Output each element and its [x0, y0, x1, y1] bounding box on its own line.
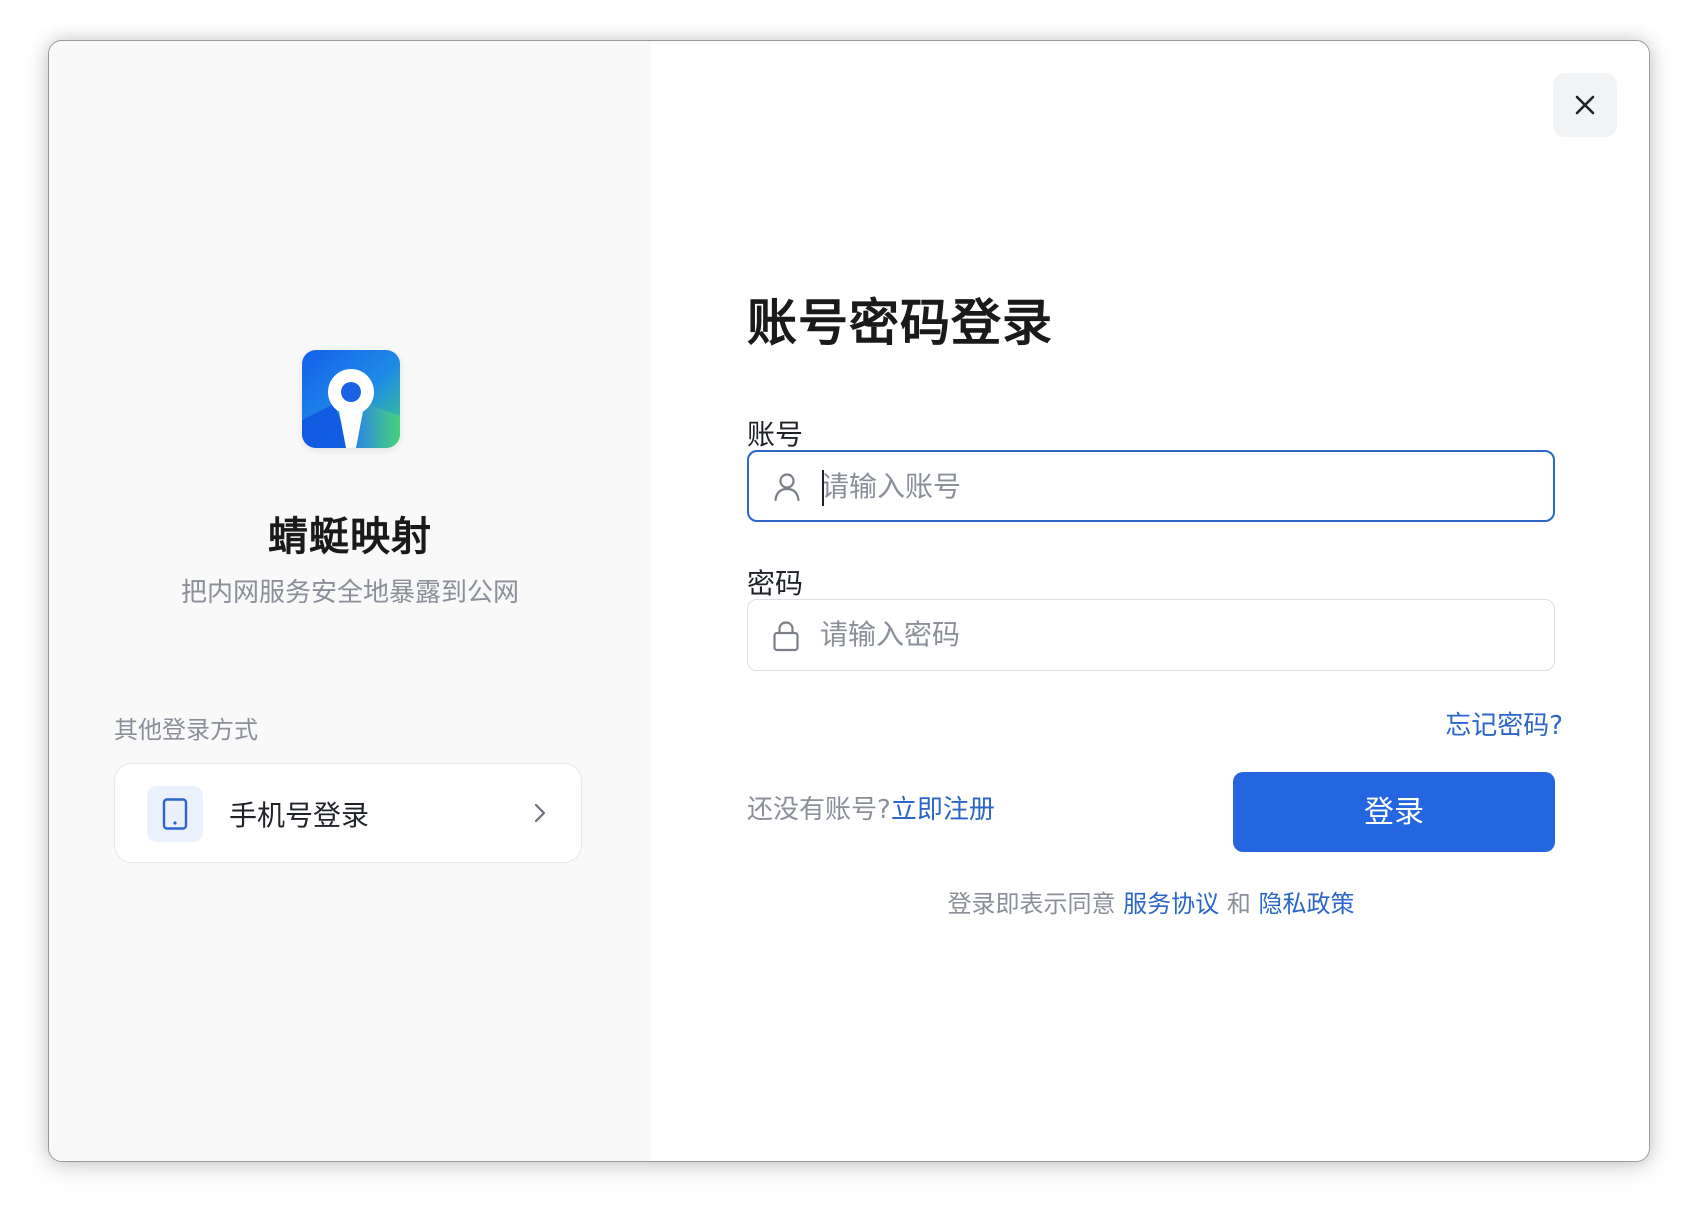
form-title: 账号密码登录: [747, 294, 1053, 352]
phone-login-button[interactable]: 手机号登录: [114, 763, 582, 863]
close-button[interactable]: [1553, 73, 1617, 137]
account-field[interactable]: [747, 450, 1555, 522]
agreement-text: 登录即表示同意 服务协议 和 隐私政策: [747, 884, 1555, 919]
phone-icon: [147, 786, 203, 842]
lock-icon: [773, 621, 799, 652]
login-form-panel: 账号密码登录 账号 密码 忘记密码? 还没有账号?立即注册 登录 登录即表示同意: [651, 41, 1649, 1161]
password-label: 密码: [747, 567, 804, 600]
register-link[interactable]: 立即注册: [891, 795, 995, 825]
app-name: 蜻蜓映射: [268, 514, 432, 560]
privacy-policy-link[interactable]: 隐私政策: [1258, 890, 1354, 918]
phone-login-label: 手机号登录: [229, 799, 370, 832]
other-login-methods-label: 其他登录方式: [114, 716, 258, 744]
text-cursor: [822, 470, 824, 506]
user-icon: [774, 473, 800, 502]
password-field[interactable]: [747, 599, 1555, 671]
app-logo: [302, 350, 400, 448]
login-dialog: 蜻蜓映射 把内网服务安全地暴露到公网 其他登录方式 手机号登录 账号密码登录 账…: [48, 40, 1650, 1162]
terms-of-service-link[interactable]: 服务协议: [1123, 890, 1219, 918]
login-button[interactable]: 登录: [1233, 772, 1555, 852]
forgot-password-link[interactable]: 忘记密码?: [1445, 705, 1563, 742]
no-account-text: 还没有账号?: [747, 795, 891, 825]
agreement-prefix: 登录即表示同意: [947, 890, 1116, 918]
brand-panel: 蜻蜓映射 把内网服务安全地暴露到公网 其他登录方式 手机号登录: [49, 41, 651, 1161]
close-icon: [1575, 95, 1595, 115]
agreement-and: 和: [1226, 890, 1251, 918]
app-slogan: 把内网服务安全地暴露到公网: [180, 578, 519, 608]
account-label: 账号: [747, 418, 804, 451]
chevron-right-icon: [533, 802, 547, 828]
password-input[interactable]: [820, 612, 1520, 656]
account-input[interactable]: [821, 464, 1521, 508]
register-row: 还没有账号?立即注册: [747, 789, 995, 826]
